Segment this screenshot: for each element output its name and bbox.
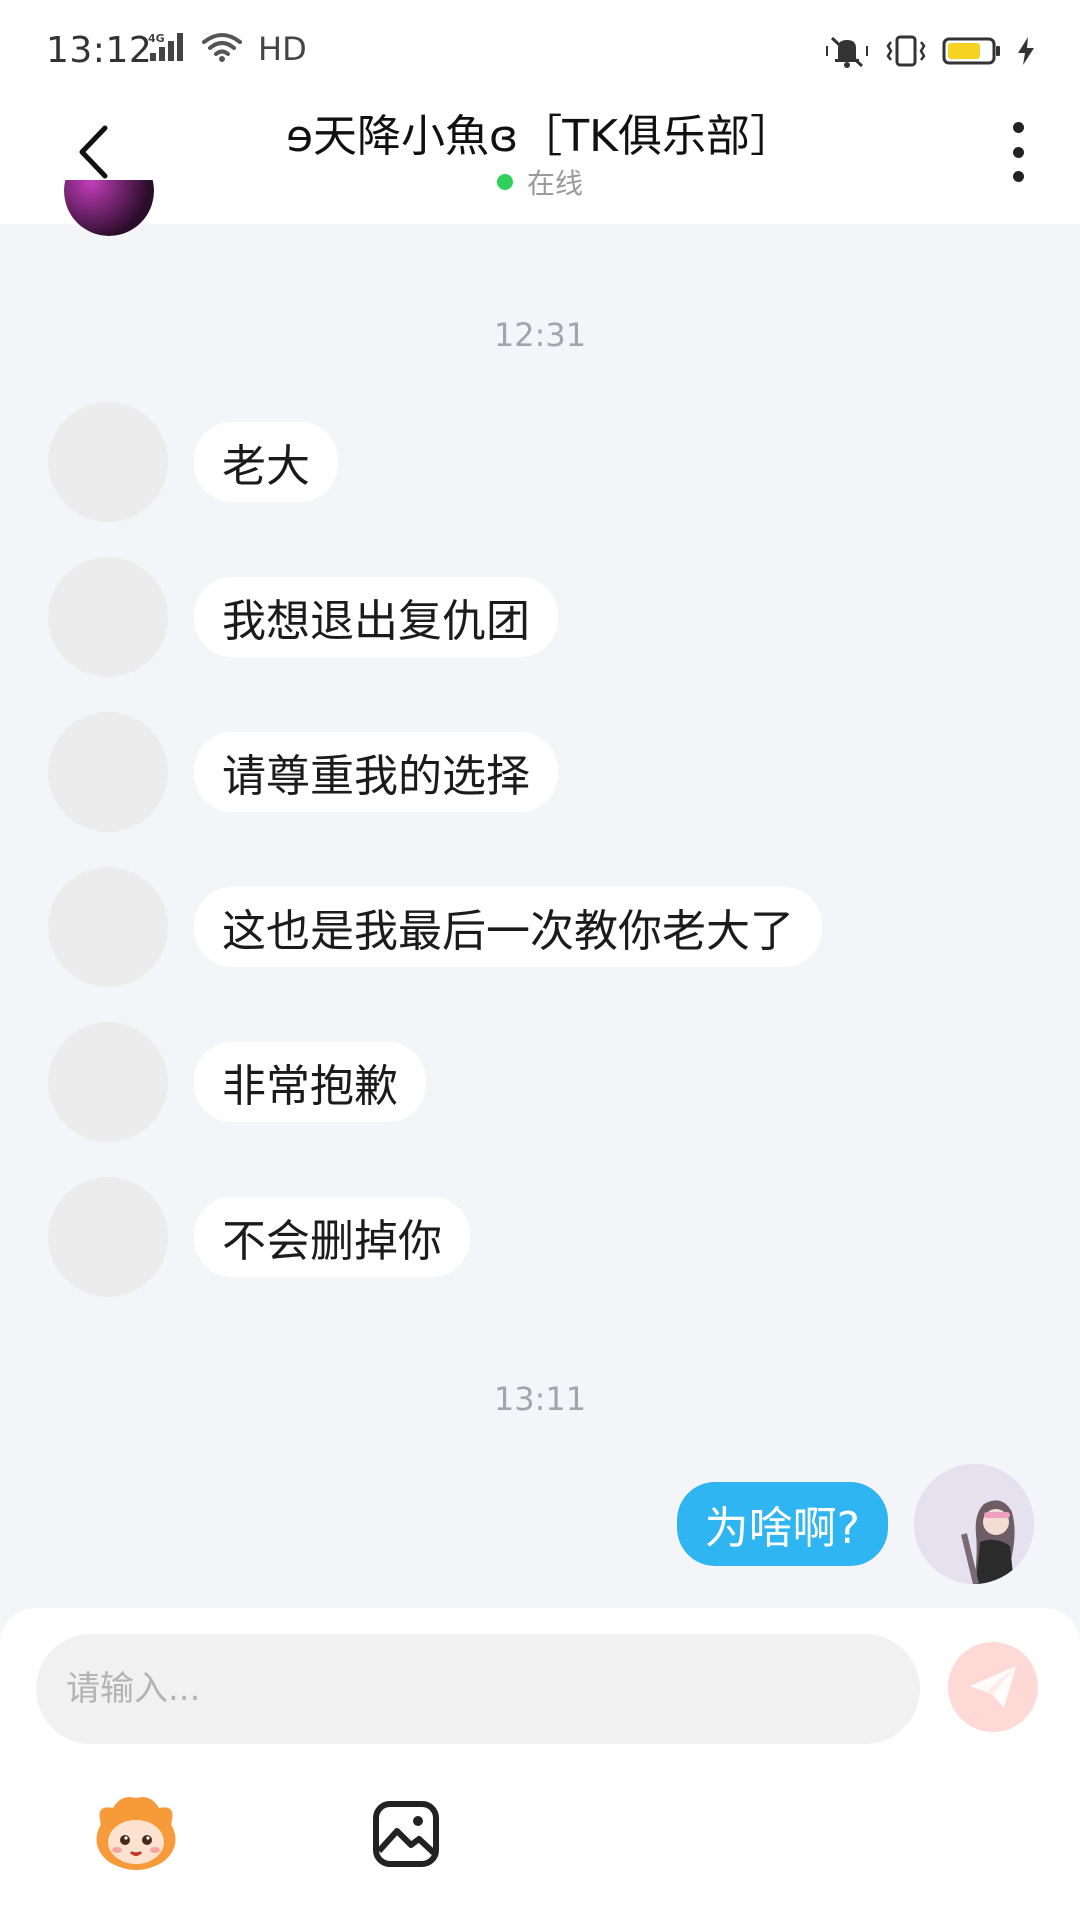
hd-label: HD (258, 30, 307, 68)
paper-plane-icon (970, 1666, 1016, 1708)
more-dot-icon (1012, 146, 1024, 158)
more-options-button[interactable] (998, 122, 1038, 182)
image-button[interactable] (358, 1786, 454, 1882)
mascot-emoji-icon (96, 1797, 176, 1870)
sender-avatar[interactable] (48, 867, 168, 987)
incoming-message: 非常抱歉 (48, 1022, 426, 1142)
message-bubble[interactable]: 这也是我最后一次教你老大了 (194, 887, 822, 967)
online-status-label: 在线 (526, 167, 583, 200)
incoming-message: 不会删掉你 (48, 1177, 470, 1297)
message-bubble[interactable]: 不会删掉你 (194, 1197, 470, 1277)
sender-avatar[interactable] (48, 557, 168, 677)
incoming-message: 老大 (48, 402, 338, 522)
sender-avatar[interactable] (48, 402, 168, 522)
message-bubble[interactable]: 请尊重我的选择 (194, 732, 558, 812)
message-bubble[interactable]: 我想退出复仇团 (194, 577, 558, 657)
my-avatar[interactable] (914, 1464, 1034, 1584)
wifi-icon (202, 32, 242, 66)
message-input[interactable] (36, 1634, 920, 1744)
emoji-button[interactable] (88, 1786, 184, 1882)
outgoing-message: 为啥啊? (676, 1464, 1034, 1584)
sender-avatar[interactable] (48, 1022, 168, 1142)
message-bubble-self[interactable]: 为啥啊? (676, 1482, 888, 1566)
top-bar: 13:12 4G HD ɘ天降小魚ɞ［TK俱乐部］ 在线 (0, 0, 1080, 224)
sender-avatar[interactable] (48, 1177, 168, 1297)
online-dot-icon (496, 174, 513, 190)
composer-toolbar (0, 1778, 1080, 1898)
status-right-icons (824, 34, 1036, 72)
cellular-signal-icon: 4G (148, 31, 190, 67)
battery-icon (942, 36, 1002, 70)
chat-screen: 13:12 4G HD ɘ天降小魚ɞ［TK俱乐部］ 在线 12:31 老大 我想… (0, 0, 1080, 1920)
message-timestamp: 13:11 (493, 1380, 587, 1418)
composer-panel (0, 1608, 1080, 1920)
previous-message-avatar[interactable] (64, 180, 154, 236)
message-bubble[interactable]: 老大 (194, 422, 338, 502)
online-status: 在线 (0, 162, 1080, 202)
message-bubble[interactable]: 非常抱歉 (194, 1042, 426, 1122)
incoming-message: 请尊重我的选择 (48, 712, 558, 832)
image-icon (373, 1801, 439, 1867)
mute-vibrate-icon (824, 34, 870, 72)
status-time: 13:12 (46, 30, 153, 71)
message-timestamp: 12:31 (493, 316, 587, 354)
incoming-message: 这也是我最后一次教你老大了 (48, 867, 822, 987)
charging-icon (1016, 36, 1036, 70)
sender-avatar[interactable] (48, 712, 168, 832)
vibrate-icon (884, 34, 928, 72)
more-dot-icon (1012, 171, 1024, 182)
send-button[interactable] (948, 1642, 1038, 1732)
status-left-icons: 4G HD (148, 30, 307, 68)
incoming-message: 我想退出复仇团 (48, 557, 558, 677)
status-bar: 13:12 4G HD (0, 0, 1080, 104)
more-dot-icon (1012, 122, 1024, 133)
chat-title: ɘ天降小魚ɞ［TK俱乐部］ (285, 111, 795, 162)
svg-text:4G: 4G (148, 32, 165, 45)
